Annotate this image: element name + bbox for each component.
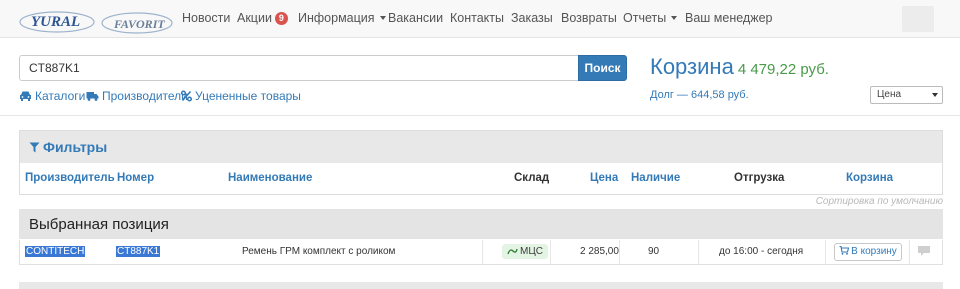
row-warehouse: МЦС: [502, 240, 548, 264]
cell-divider: [909, 240, 910, 264]
next-section-header: [19, 282, 943, 289]
cart-summary[interactable]: Корзина 4 479,22 руб.: [650, 54, 829, 80]
manufacturers-link[interactable]: Производители: [86, 89, 188, 103]
nav-contacts[interactable]: Контакты: [450, 11, 504, 25]
divider: [0, 115, 960, 116]
filters-title: Фильтры: [43, 139, 108, 155]
row-number-text: CT887K1: [116, 246, 161, 257]
sort-note: Сортировка по умолчанию: [815, 196, 943, 207]
nav-vacancies-label: Вакансии: [388, 11, 444, 25]
sort-select[interactable]: Цена: [870, 86, 943, 104]
promotions-count-badge: 9: [274, 12, 288, 25]
nav-promotions[interactable]: Акции 9: [237, 11, 288, 25]
cart-sum: 4 479,22 руб.: [737, 61, 829, 78]
top-navbar: YURAL FAVORIT Новости Акции 9 Информация …: [0, 0, 960, 38]
col-manufacturer[interactable]: Производитель: [25, 172, 115, 184]
row-name: Ремень ГРМ комплект с роликом: [242, 246, 396, 257]
col-price[interactable]: Цена: [590, 172, 618, 184]
svg-text:FAVORIT: FAVORIT: [113, 17, 165, 31]
nav-information[interactable]: Информация: [298, 11, 386, 25]
cart-icon: [839, 245, 850, 255]
car-icon: [20, 91, 31, 101]
nav-news[interactable]: Новости: [182, 11, 230, 25]
col-name[interactable]: Наименование: [228, 172, 312, 184]
cell-divider: [825, 240, 826, 264]
add-to-cart-label: В корзину: [851, 246, 897, 257]
col-shipment: Отгрузка: [734, 172, 785, 184]
nav-promotions-label: Акции: [237, 11, 272, 25]
add-to-cart-button[interactable]: В корзину: [834, 243, 902, 261]
comment-icon: [918, 246, 930, 256]
row-price: 2 285,00: [580, 246, 619, 257]
cell-divider: [698, 240, 699, 264]
nav-orders[interactable]: Заказы: [511, 11, 553, 25]
nav-reports[interactable]: Отчеты: [623, 11, 678, 25]
cell-divider: [482, 240, 483, 264]
row-manufacturer[interactable]: CONTITECH: [25, 240, 86, 264]
search-input[interactable]: [19, 55, 579, 81]
catalogs-link-label: Каталоги: [35, 89, 86, 103]
discounted-goods-link[interactable]: Уцененные товары: [180, 89, 301, 103]
yural-logo[interactable]: YURAL: [18, 5, 96, 35]
svg-text:YURAL: YURAL: [31, 14, 80, 30]
favorit-logo[interactable]: FAVORIT: [100, 5, 174, 35]
user-avatar[interactable]: [902, 6, 934, 32]
row-shipment: до 16:00 - сегодня: [719, 246, 804, 257]
col-cart[interactable]: Корзина: [846, 172, 893, 184]
percent-icon: [180, 90, 193, 102]
filters-toggle[interactable]: Фильтры: [29, 139, 107, 155]
nav-returns[interactable]: Возвраты: [561, 11, 617, 25]
nav-orders-label: Заказы: [511, 11, 553, 25]
debt-text: Долг — 644,58 руб.: [650, 89, 749, 101]
col-availability[interactable]: Наличие: [631, 172, 680, 184]
col-warehouse: Склад: [514, 172, 550, 184]
nav-manager[interactable]: Ваш менеджер: [685, 11, 772, 25]
selected-section-header: Выбранная позиция: [19, 209, 943, 239]
table-row: CONTITECH CT887K1 Ремень ГРМ комплект с …: [19, 240, 943, 265]
nav-news-label: Новости: [182, 11, 231, 25]
cell-divider: [550, 240, 551, 264]
filters-header: Фильтры: [20, 131, 942, 163]
manufacturers-link-label: Производители: [102, 89, 188, 103]
cell-divider: [619, 240, 620, 264]
row-availability: 90: [648, 246, 660, 257]
selected-section-title: Выбранная позиция: [29, 216, 169, 233]
row-manufacturer-text: CONTITECH: [25, 246, 86, 257]
nav-reports-label: Отчеты: [623, 11, 667, 25]
truck-icon: [86, 92, 99, 101]
nav-information-label: Информация: [298, 11, 375, 25]
warehouse-badge[interactable]: МЦС: [502, 244, 548, 259]
nav-vacancies[interactable]: Вакансии: [388, 11, 443, 25]
select-arrow-icon: [932, 93, 938, 97]
caret-down-icon: [671, 16, 678, 20]
filter-icon: [29, 142, 40, 153]
filters-panel: Фильтры: [19, 130, 943, 195]
warehouse-badge-label: МЦС: [520, 246, 543, 257]
comment-button[interactable]: [916, 244, 932, 258]
nav-manager-label: Ваш менеджер: [685, 11, 773, 25]
sort-select-value: Цена: [877, 89, 902, 100]
nav-returns-label: Возвраты: [561, 11, 617, 25]
caret-down-icon: [379, 16, 386, 20]
warehouse-route-icon: [507, 248, 518, 255]
search-button[interactable]: Поиск: [578, 55, 627, 81]
discounted-goods-link-label: Уцененные товары: [195, 89, 301, 103]
catalogs-link[interactable]: Каталоги: [19, 89, 85, 103]
nav-contacts-label: Контакты: [450, 11, 504, 25]
col-number[interactable]: Номер: [117, 172, 154, 184]
row-number[interactable]: CT887K1: [116, 240, 161, 264]
cart-title: Корзина: [650, 54, 734, 79]
